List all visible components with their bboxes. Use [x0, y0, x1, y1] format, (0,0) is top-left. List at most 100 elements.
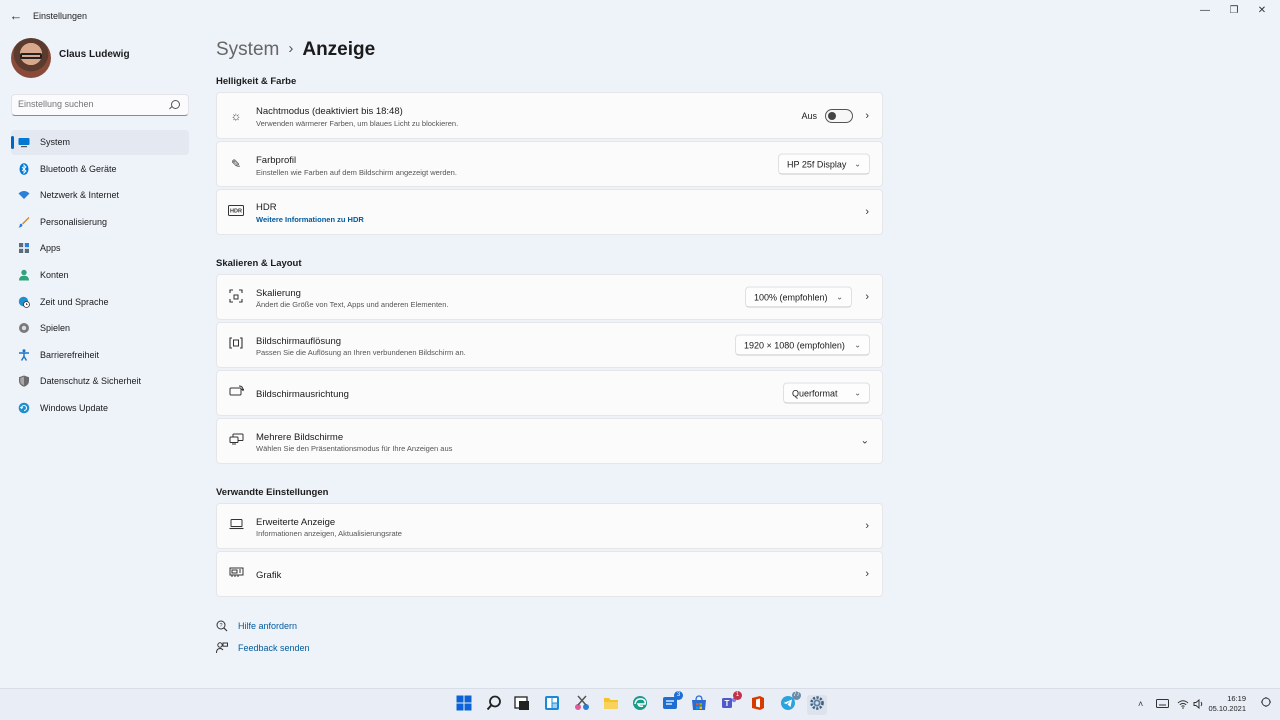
- graphics-card-icon: [228, 566, 244, 582]
- multiple-displays-card[interactable]: Mehrere Bildschirme Wählen Sie den Präse…: [216, 418, 883, 464]
- sidebar-item-bluetooth[interactable]: Bluetooth & Geräte: [11, 157, 189, 182]
- notification-badge: 1: [733, 691, 742, 700]
- apps-icon: [18, 242, 30, 254]
- search-icon[interactable]: [484, 695, 504, 715]
- store-icon[interactable]: [689, 695, 709, 715]
- chevron-up-icon[interactable]: ˄: [1138, 699, 1143, 709]
- gamepad-icon: [18, 322, 30, 334]
- chevron-down-icon: ⌄: [854, 388, 861, 398]
- sidebar-item-gaming[interactable]: Spielen: [11, 316, 189, 341]
- minimize-icon[interactable]: —: [1195, 5, 1215, 17]
- hdr-icon: HDR: [228, 204, 244, 220]
- sidebar-item-network[interactable]: Netzwerk & Internet: [11, 183, 189, 208]
- sidebar-item-accessibility[interactable]: Barrierefreiheit: [11, 343, 189, 368]
- sidebar-item-system[interactable]: System: [11, 130, 189, 155]
- help-chat-icon: ?: [216, 620, 228, 635]
- hdr-card[interactable]: HDR HDR Weitere Informationen zu HDR ›: [216, 189, 883, 235]
- widgets-icon[interactable]: [542, 695, 562, 715]
- scale-icon: [228, 289, 244, 305]
- toggle-label: Aus: [801, 110, 817, 121]
- maximize-icon[interactable]: ❐: [1224, 5, 1244, 17]
- card-title: Bildschirmausrichtung: [256, 389, 349, 400]
- bluetooth-icon: [18, 162, 30, 175]
- accessibility-icon: [18, 349, 30, 361]
- system-clock[interactable]: 16:19 05.10.2021: [1208, 694, 1246, 714]
- color-profile-dropdown[interactable]: HP 25f Display ⌄: [778, 153, 870, 175]
- teams-icon[interactable]: T 1: [719, 691, 742, 715]
- chevron-right-icon[interactable]: ›: [865, 291, 869, 303]
- search-box[interactable]: [11, 94, 189, 116]
- telegram-icon[interactable]: 77: [778, 691, 801, 715]
- section-heading-related: Verwandte Einstellungen: [216, 487, 329, 498]
- chevron-right-icon[interactable]: ›: [865, 568, 869, 580]
- app-icon[interactable]: 3: [660, 691, 683, 715]
- svg-text:?: ?: [219, 623, 222, 629]
- search-input[interactable]: [18, 99, 168, 109]
- card-title: Nachtmodus (deaktiviert bis 18:48): [256, 106, 403, 117]
- sidebar-item-accounts[interactable]: Konten: [11, 263, 189, 288]
- card-subtitle: Wählen Sie den Präsentationsmodus für Ih…: [256, 444, 453, 453]
- search-icon[interactable]: [171, 100, 180, 109]
- hdr-info-link[interactable]: Weitere Informationen zu HDR: [256, 215, 364, 224]
- card-subtitle: Einstellen wie Farben auf dem Bildschirm…: [256, 168, 457, 177]
- snipping-icon[interactable]: [572, 695, 592, 715]
- card-title: Mehrere Bildschirme: [256, 432, 344, 443]
- night-light-card[interactable]: ☼ Nachtmodus (deaktiviert bis 18:48) Ver…: [216, 92, 883, 139]
- svg-text:HDR: HDR: [230, 209, 242, 215]
- section-heading-scale-layout: Skalieren & Layout: [216, 258, 302, 269]
- feedback-icon: [216, 642, 228, 657]
- avatar: [11, 38, 51, 78]
- task-view-icon[interactable]: [512, 695, 532, 715]
- app-title: Einstellungen: [33, 11, 88, 21]
- advanced-display-card[interactable]: Erweiterte Anzeige Informationen anzeige…: [216, 503, 883, 549]
- edge-icon[interactable]: [630, 695, 650, 715]
- page-title: Anzeige: [302, 39, 376, 60]
- orientation-card: Bildschirmausrichtung Querformat ⌄: [216, 370, 883, 416]
- notification-icon[interactable]: [1260, 696, 1272, 711]
- update-icon: [18, 402, 30, 414]
- notification-badge: 77: [792, 691, 801, 700]
- chevron-right-icon[interactable]: ›: [865, 110, 869, 122]
- color-profile-card: ✎ Farbprofil Einstellen wie Farben auf d…: [216, 141, 883, 187]
- scaling-card[interactable]: Skalierung Ändert die Größe von Text, Ap…: [216, 274, 883, 320]
- keyboard-icon[interactable]: [1156, 699, 1169, 710]
- sidebar-item-personalization[interactable]: Personalisierung: [11, 210, 189, 235]
- card-subtitle: Passen Sie die Auflösung an Ihren verbun…: [256, 348, 466, 357]
- shield-icon: [18, 375, 30, 388]
- chevron-down-icon: ⌄: [854, 340, 861, 350]
- brush-icon: [18, 216, 30, 228]
- resolution-dropdown[interactable]: 1920 × 1080 (empfohlen) ⌄: [735, 334, 870, 356]
- chevron-right-icon[interactable]: ›: [865, 520, 869, 532]
- card-title: Farbprofil: [256, 155, 297, 166]
- wifi-icon[interactable]: [1177, 699, 1189, 711]
- orientation-dropdown[interactable]: Querformat ⌄: [783, 382, 870, 404]
- speaker-icon[interactable]: [1193, 698, 1205, 711]
- office-icon[interactable]: [748, 695, 768, 715]
- clock-time: 16:19: [1227, 694, 1246, 703]
- graphics-card[interactable]: Grafik ›: [216, 551, 883, 597]
- chevron-right-icon[interactable]: ›: [865, 206, 869, 218]
- back-arrow-icon[interactable]: ←: [8, 8, 24, 24]
- card-title: Erweiterte Anzeige: [256, 517, 336, 528]
- file-explorer-icon[interactable]: [601, 695, 621, 715]
- sidebar-item-windows-update[interactable]: Windows Update: [11, 396, 189, 421]
- person-icon: [18, 269, 30, 281]
- breadcrumb-parent[interactable]: System: [216, 39, 279, 60]
- night-light-toggle[interactable]: [825, 108, 853, 123]
- start-icon[interactable]: [454, 695, 474, 715]
- breadcrumb: System › Anzeige: [216, 39, 375, 61]
- card-title: Bildschirmauflösung: [256, 336, 342, 347]
- chevron-down-icon[interactable]: ⌄: [861, 436, 869, 447]
- sidebar-item-time-language[interactable]: Zeit und Sprache: [11, 290, 189, 315]
- sidebar-nav: System Bluetooth & Geräte Netzwerk & Int…: [11, 130, 189, 423]
- settings-icon[interactable]: [807, 695, 827, 715]
- toggle-knob: [828, 111, 836, 120]
- section-heading-brightness: Helligkeit & Farbe: [216, 76, 297, 87]
- sidebar-item-privacy[interactable]: Datenschutz & Sicherheit: [11, 369, 189, 394]
- svg-text:T: T: [725, 699, 730, 708]
- close-icon[interactable]: ✕: [1252, 5, 1272, 17]
- sidebar-item-apps[interactable]: Apps: [11, 236, 189, 261]
- brightness-icon: ☼: [230, 108, 242, 123]
- pen-icon: ✎: [230, 157, 242, 171]
- scaling-dropdown[interactable]: 100% (empfohlen) ⌄: [745, 286, 852, 308]
